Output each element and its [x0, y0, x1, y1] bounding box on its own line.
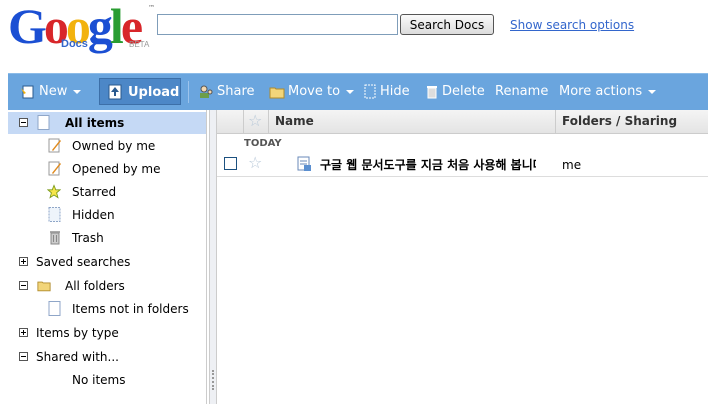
toolbar-divider [188, 81, 189, 103]
folder-icon [269, 87, 285, 98]
select-column-header[interactable] [217, 110, 244, 133]
sidebar-item-all-items[interactable]: All items [8, 112, 206, 134]
document-list: ☆ Name Folders / Sharing TODAY ☆ 구글 웹 문서… [217, 110, 708, 404]
chevron-down-icon [648, 89, 657, 94]
new-button[interactable]: New [20, 83, 82, 101]
table-row[interactable]: ☆ 구글 웹 문서도구를 지금 처음 사용해 봅니다 me [217, 152, 708, 177]
delete-label: Delete [442, 84, 485, 99]
pane-splitter[interactable] [209, 110, 217, 404]
header: Google ™ Docs BETA Search Docs Show sear… [0, 0, 708, 70]
sidebar-item-label: Opened by me [72, 162, 161, 176]
sidebar-item-label: Items by type [36, 326, 119, 340]
collapse-icon[interactable] [19, 352, 28, 361]
document-owner: me [562, 158, 582, 172]
share-label: Share [217, 84, 255, 99]
logo-beta: BETA [129, 40, 150, 49]
collapse-icon[interactable] [19, 118, 28, 127]
collapse-icon[interactable] [19, 281, 28, 290]
trash-icon [50, 231, 60, 245]
sidebar: All items Owned by me Opened by me Starr… [8, 110, 207, 404]
sidebar-item-label: Hidden [72, 208, 115, 222]
delete-button[interactable]: Delete [425, 83, 485, 101]
google-docs-logo[interactable]: Google ™ Docs BETA [8, 0, 158, 58]
rename-button[interactable]: Rename [495, 83, 548, 101]
folder-icon [37, 281, 51, 292]
document-icon [297, 156, 311, 171]
expand-icon[interactable] [19, 257, 28, 266]
column-header: ☆ Name Folders / Sharing [217, 110, 708, 134]
more-actions-button[interactable]: More actions [559, 83, 657, 101]
star-icon [47, 184, 61, 199]
upload-label: Upload [128, 85, 180, 100]
drag-handle-icon [212, 370, 216, 390]
group-header-today: TODAY [244, 138, 282, 149]
toolbar: New Upload Share Move to Hide Delete Ren… [8, 73, 708, 110]
upload-icon [108, 84, 122, 100]
sidebar-item-label: All folders [65, 279, 125, 293]
share-icon [200, 85, 213, 98]
search-docs-button[interactable]: Search Docs [400, 14, 494, 35]
folders-sharing-column-header[interactable]: Folders / Sharing [556, 110, 708, 133]
upload-button[interactable]: Upload [99, 78, 181, 105]
rename-label: Rename [495, 84, 549, 99]
hide-icon [364, 84, 376, 98]
move-to-label: Move to [288, 84, 341, 99]
chevron-down-icon [346, 89, 355, 94]
search-input[interactable] [157, 14, 398, 35]
sidebar-item-label: Trash [72, 231, 104, 245]
more-actions-label: More actions [559, 84, 643, 99]
sidebar-item-label: Owned by me [72, 139, 156, 153]
star-column-header[interactable]: ☆ [244, 110, 269, 133]
logo-trademark: ™ [148, 4, 155, 12]
no-items-label: No items [72, 373, 126, 387]
share-button[interactable]: Share [198, 83, 255, 101]
sidebar-item-label: Shared with... [36, 350, 119, 364]
sidebar-item-label: All items [65, 116, 125, 130]
show-search-options-link[interactable]: Show search options [510, 18, 634, 32]
name-column-header[interactable]: Name [269, 110, 556, 133]
move-to-button[interactable]: Move to [269, 83, 355, 101]
document-icon [48, 301, 61, 316]
hide-label: Hide [380, 84, 410, 99]
sidebar-item-label: Saved searches [36, 255, 131, 269]
pencil-icon [48, 138, 61, 153]
sidebar-item-label: Items not in folders [72, 302, 189, 316]
new-document-icon [21, 85, 34, 98]
hidden-document-icon [48, 207, 61, 222]
star-outline-icon[interactable]: ☆ [248, 155, 262, 171]
expand-icon[interactable] [19, 328, 28, 337]
document-title[interactable]: 구글 웹 문서도구를 지금 처음 사용해 봅니다 [320, 156, 536, 173]
document-icon [37, 115, 50, 130]
star-outline-icon: ☆ [248, 111, 263, 130]
chevron-down-icon [73, 89, 82, 94]
pencil-icon [48, 161, 61, 176]
trash-icon [427, 85, 437, 98]
logo-product: Docs [61, 38, 88, 50]
row-checkbox[interactable] [224, 157, 237, 170]
sidebar-item-label: Starred [72, 185, 117, 199]
new-label: New [39, 84, 68, 99]
hide-button[interactable]: Hide [363, 83, 410, 101]
